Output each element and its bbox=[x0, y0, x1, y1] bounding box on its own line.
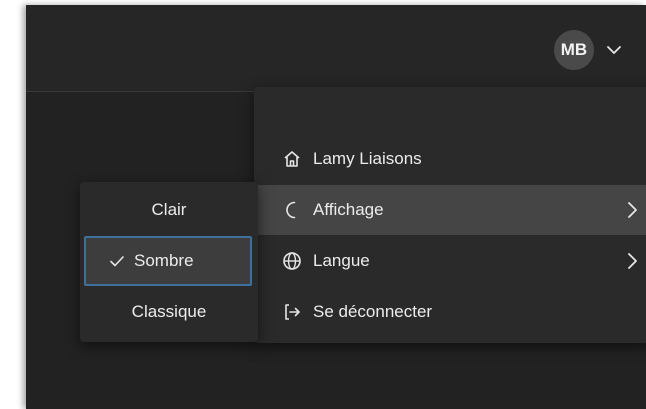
user-dropdown-menu: Lamy Liaisons Affichage Langue Se déconn… bbox=[254, 87, 646, 343]
check-icon bbox=[108, 252, 126, 270]
globe-icon bbox=[281, 250, 303, 272]
menu-item-label: Langue bbox=[313, 251, 370, 270]
menu-item-langue[interactable]: Langue bbox=[254, 236, 646, 286]
avatar[interactable]: MB bbox=[554, 30, 594, 70]
menu-item-label: Affichage bbox=[313, 200, 384, 219]
top-bar bbox=[26, 5, 646, 91]
logout-icon bbox=[281, 301, 303, 323]
user-menu-toggle[interactable]: MB bbox=[554, 30, 624, 70]
submenu-option-label: Sombre bbox=[134, 251, 194, 270]
menu-item-affichage[interactable]: Affichage bbox=[254, 185, 646, 235]
chevron-right-icon bbox=[622, 200, 642, 220]
app-window: MB Lamy Liaisons Affichage Langue Se déc… bbox=[26, 5, 646, 409]
menu-item-lamy-liaisons[interactable]: Lamy Liaisons bbox=[254, 134, 646, 184]
menu-item-label: Lamy Liaisons bbox=[313, 149, 422, 168]
menu-item-se-deconnecter[interactable]: Se déconnecter bbox=[254, 287, 646, 337]
submenu-option-label: Classique bbox=[131, 302, 207, 321]
display-submenu: Clair Sombre Classique bbox=[80, 182, 258, 342]
chevron-down-icon[interactable] bbox=[604, 40, 624, 60]
submenu-option-classique[interactable]: Classique bbox=[80, 287, 258, 337]
home-icon bbox=[281, 148, 303, 170]
submenu-option-label: Clair bbox=[151, 200, 187, 219]
menu-item-label: Se déconnecter bbox=[313, 302, 433, 321]
top-bar-divider bbox=[26, 91, 254, 92]
chevron-right-icon bbox=[622, 251, 642, 271]
submenu-option-clair[interactable]: Clair bbox=[80, 185, 258, 235]
submenu-option-sombre[interactable]: Sombre bbox=[84, 236, 252, 286]
moon-icon bbox=[281, 199, 303, 221]
